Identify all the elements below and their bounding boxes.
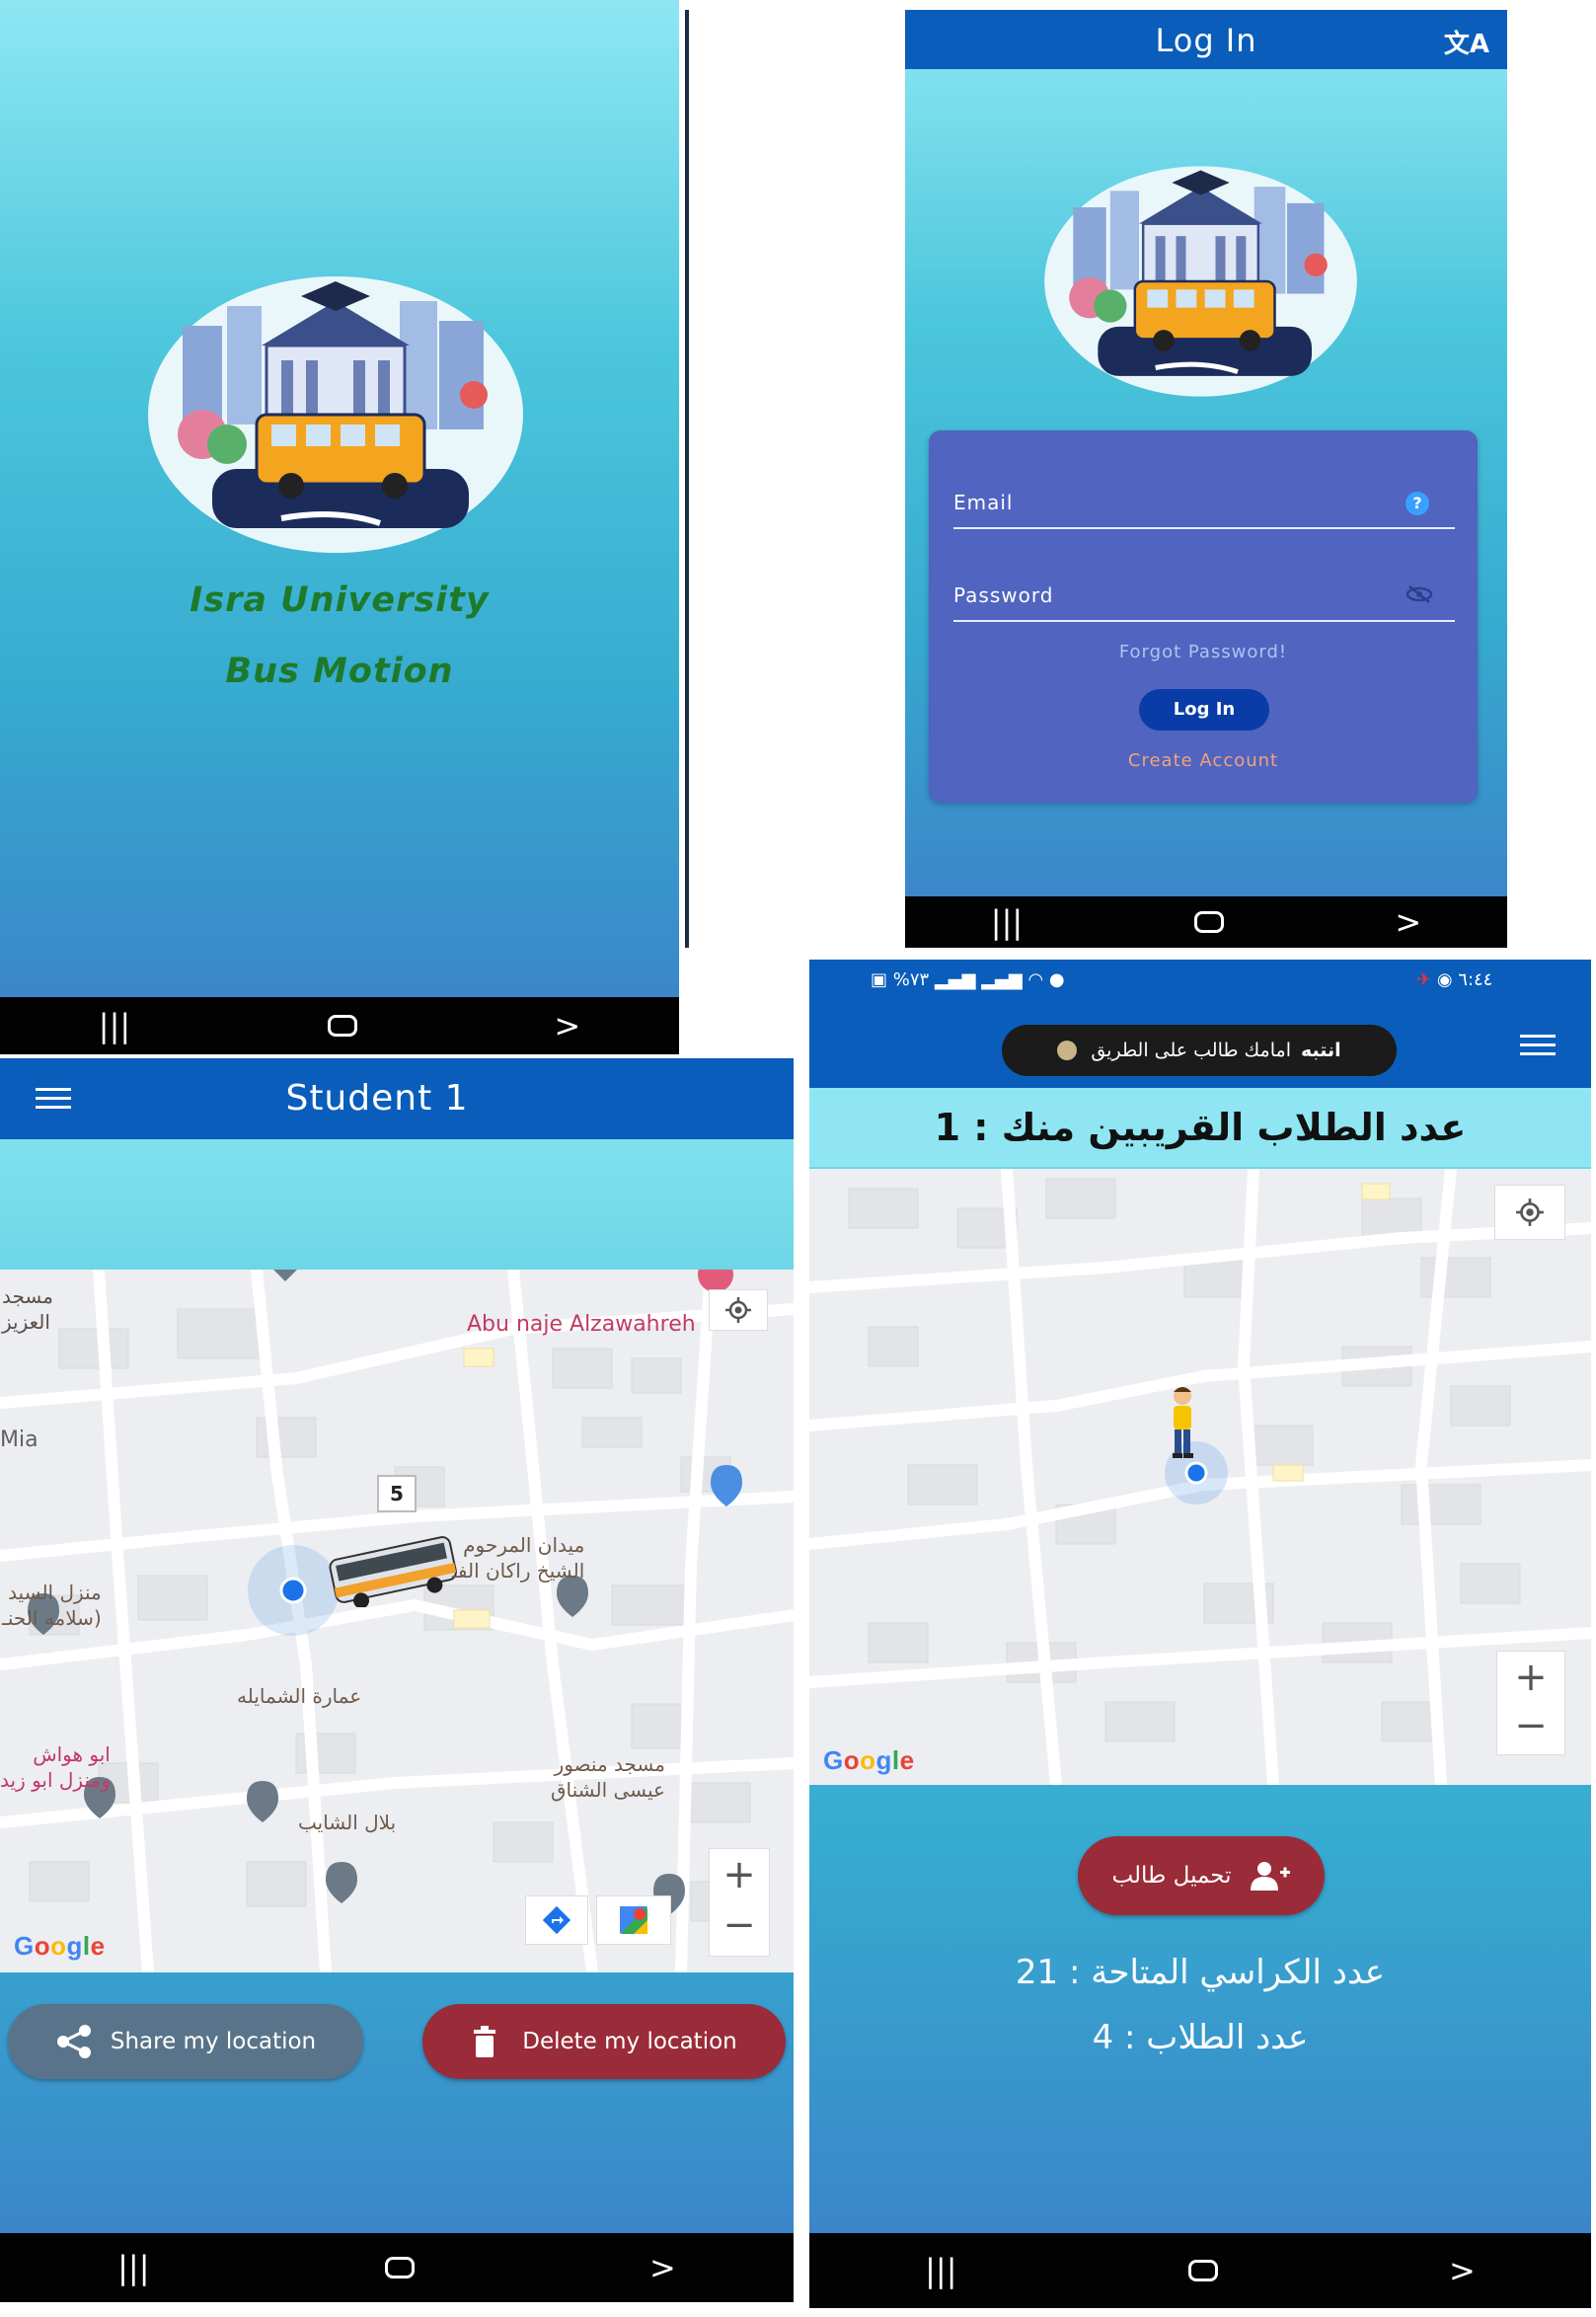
chevron-right-icon[interactable]: > <box>554 1007 580 1044</box>
delete-location-button[interactable]: Delete my location <box>422 2004 786 2079</box>
app-logo-icon <box>1057 1041 1078 1060</box>
status-bar-left: ▣ %٧٣ ▂▄▆ ▂▄▆ ◠ ● <box>871 969 1065 990</box>
create-account-link[interactable]: Create Account <box>929 750 1478 771</box>
home-icon[interactable] <box>327 1015 357 1037</box>
student-count: عدد الطلاب : 4 <box>1092 2018 1309 2057</box>
signal-icon: ▂▄▆ ▂▄▆ ◠ ● <box>934 969 1065 990</box>
battery-level: %٧٣ <box>892 969 930 990</box>
email-field-label: Email <box>953 491 1014 514</box>
my-location-icon[interactable] <box>1494 1185 1565 1240</box>
student-avatar-icon[interactable] <box>1165 1386 1200 1465</box>
clock: ٦:٤٤ <box>1458 969 1493 990</box>
home-icon[interactable] <box>1187 2260 1218 2281</box>
my-location-icon[interactable] <box>709 1289 768 1331</box>
recent-apps-icon[interactable]: ||| <box>99 1007 130 1044</box>
map-label-bilal: بلال الشايب <box>298 1811 397 1834</box>
chevron-right-icon[interactable]: > <box>1395 903 1421 941</box>
zoom-in-icon[interactable]: + <box>1514 1652 1548 1703</box>
nearby-students-banner: عدد الطلاب القريبين منك : 1 <box>809 1088 1591 1167</box>
app-icon: ◉ <box>1436 969 1453 990</box>
home-icon[interactable] <box>1193 911 1224 933</box>
splash-title: Isra University <box>190 580 490 620</box>
recent-apps-icon[interactable]: ||| <box>117 2249 149 2286</box>
splash-screen: Isra University Bus Motion <box>0 0 679 997</box>
login-button[interactable]: Log In <box>1139 689 1269 731</box>
delete-button-label: Delete my location <box>522 2029 737 2054</box>
available-seats: عدد الكراسي المتاحة : 21 <box>1015 1953 1386 1992</box>
toast-notification: انتبه امامك طالب على الطريق <box>1002 1025 1397 1076</box>
directions-icon[interactable] <box>525 1895 588 1945</box>
zoom-controls: + − <box>1496 1651 1565 1755</box>
toast-message: امامك طالب على الطريق <box>1091 1040 1291 1061</box>
help-icon[interactable]: ? <box>1406 492 1429 515</box>
battery-icon: ▣ <box>871 969 888 990</box>
menu-icon[interactable] <box>1520 1035 1556 1055</box>
google-logo: Google <box>823 1745 915 1775</box>
notification-icon: ✈ <box>1416 969 1432 990</box>
zoom-in-icon[interactable]: + <box>722 1849 756 1902</box>
translate-icon[interactable]: 文A <box>1444 24 1489 60</box>
login-form-card: Email ? Password Forgot Password! Log In… <box>929 430 1478 803</box>
toast-bold: انتبه <box>1300 1040 1341 1061</box>
zoom-out-icon[interactable]: − <box>1514 1703 1548 1754</box>
divider <box>685 10 689 948</box>
splash-subtitle: Bus Motion <box>225 652 454 691</box>
app-logo <box>148 276 523 553</box>
student-map[interactable]: 5 مسجد العزيز Abu naje Alzawahreh Mia مي… <box>0 1270 794 1972</box>
chevron-right-icon[interactable]: > <box>649 2249 676 2286</box>
page-title: Log In <box>1155 22 1257 59</box>
share-button-label: Share my location <box>110 2029 317 2054</box>
zoom-out-icon[interactable]: − <box>722 1902 756 1956</box>
share-icon <box>56 2025 91 2058</box>
forgot-password-link[interactable]: Forgot Password! <box>929 642 1478 662</box>
load-student-label: تحميل طالب <box>1111 1863 1232 1889</box>
map-label-maydan: ميدان المرحوم الشيخ راكان الفـ <box>452 1533 585 1583</box>
recent-apps-icon[interactable]: ||| <box>991 903 1023 941</box>
login-nav-bar: ||| > <box>905 896 1507 948</box>
bus-icon[interactable] <box>324 1530 462 1607</box>
driver-header: ▣ %٧٣ ▂▄▆ ▂▄▆ ◠ ● ✈ ◉ ٦:٤٤ انتبه امامك ط… <box>809 960 1591 1088</box>
add-user-icon <box>1250 1862 1290 1891</box>
driver-map[interactable]: + − Google <box>809 1169 1591 1785</box>
login-header: Log In 文A <box>905 10 1507 69</box>
status-bar-right: ✈ ◉ ٦:٤٤ <box>1416 969 1492 990</box>
share-location-button[interactable]: Share my location <box>8 2004 363 2079</box>
google-maps-icon[interactable] <box>596 1895 671 1945</box>
password-field[interactable] <box>953 620 1455 622</box>
page-title: Student 1 <box>285 1078 469 1119</box>
email-field[interactable] <box>953 527 1455 529</box>
google-logo: Google <box>14 1931 106 1961</box>
student-nav-bar: ||| > <box>0 2233 794 2302</box>
map-label-abu-hawash: ابو هواش ومنزل ابو زيد <box>0 1742 111 1792</box>
map-label-imarat: عمارة الشمايله <box>237 1684 362 1708</box>
recent-apps-icon[interactable]: ||| <box>925 2252 956 2289</box>
driver-nav-bar: ||| > <box>809 2233 1591 2308</box>
home-icon[interactable] <box>384 2257 415 2278</box>
student-header: Student 1 <box>0 1058 794 1139</box>
map-label-masjid-aziz: مسجد العزيز <box>2 1284 53 1334</box>
password-field-label: Password <box>953 583 1054 607</box>
eye-off-icon[interactable] <box>1406 584 1433 604</box>
map-label-mia: Mia <box>0 1428 38 1452</box>
map-label-abu-naje: Abu naje Alzawahreh <box>467 1312 696 1337</box>
nearby-students-count: عدد الطلاب القريبين منك : 1 <box>934 1106 1467 1149</box>
map-label-manzil-sayed: منزل السيد سلامه الحنـ) <box>2 1581 102 1630</box>
bus-cluster-badge[interactable]: 5 <box>377 1475 417 1512</box>
load-student-button[interactable]: تحميل طالب <box>1078 1836 1325 1915</box>
chevron-right-icon[interactable]: > <box>1449 2252 1476 2289</box>
zoom-controls: + − <box>709 1848 770 1957</box>
splash-nav-bar: ||| > <box>0 997 679 1054</box>
trash-icon <box>474 2026 496 2057</box>
map-label-masjid-mansour: مسجد منصور عيسى الشناق <box>551 1752 665 1802</box>
app-logo <box>1044 166 1357 397</box>
